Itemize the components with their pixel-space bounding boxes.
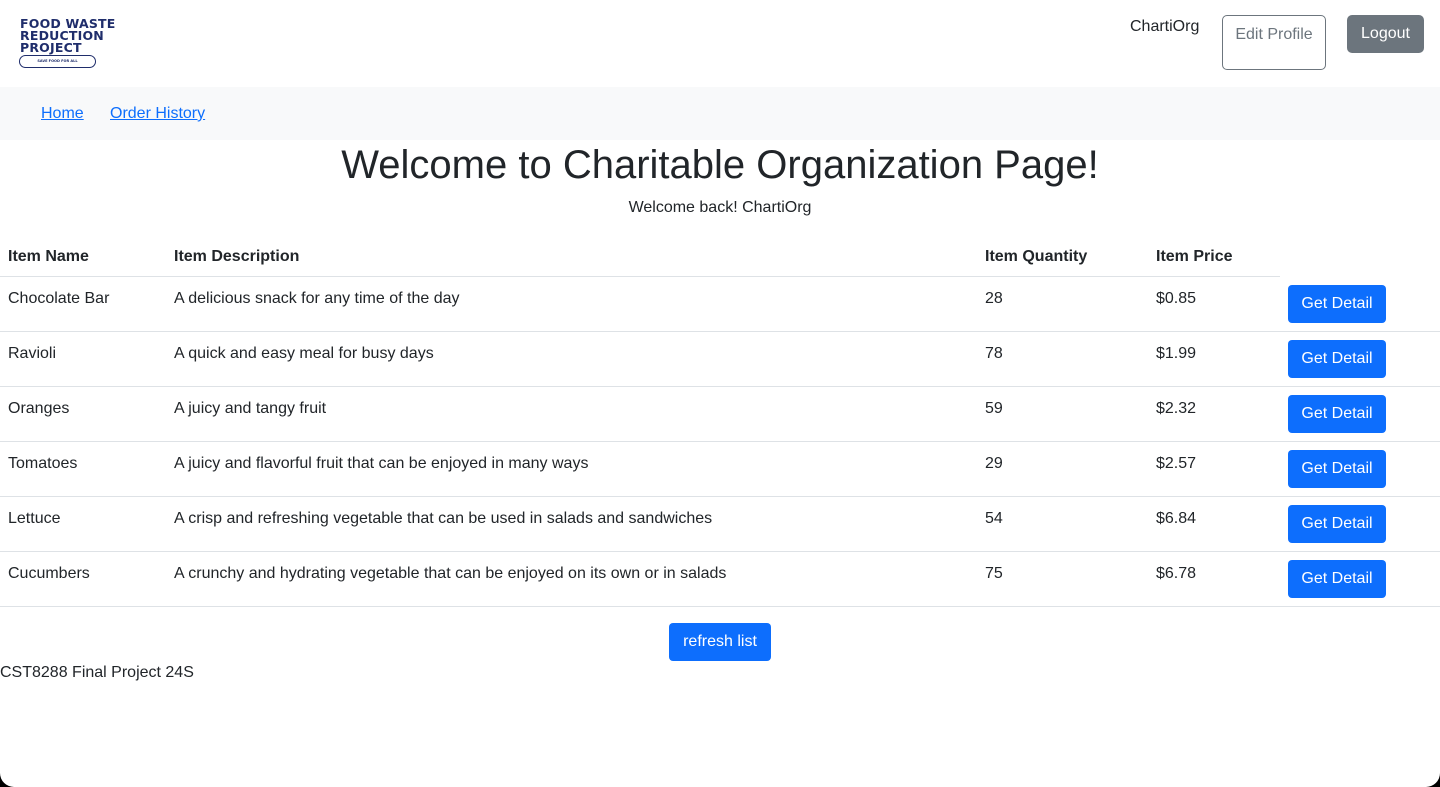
page-title: Welcome to Charitable Organization Page! xyxy=(341,143,1099,187)
table-row: Tomatoes A juicy and flavorful fruit tha… xyxy=(0,442,1440,497)
logo-tagline: SAVE FOOD FOR ALL xyxy=(19,55,96,68)
welcome-message: Welcome back! ChartiOrg xyxy=(628,199,812,216)
item-price-cell: $2.57 xyxy=(1156,455,1197,472)
item-description-cell: A delicious snack for any time of the da… xyxy=(174,290,460,307)
logout-button[interactable]: Logout xyxy=(1347,15,1424,53)
get-detail-button[interactable]: Get Detail xyxy=(1288,560,1386,598)
column-header-item-price: Item Price xyxy=(1156,248,1233,265)
table-row: Cucumbers A crunchy and hydrating vegeta… xyxy=(0,552,1440,607)
item-price-cell: $2.32 xyxy=(1156,400,1197,417)
item-description-cell: A juicy and tangy fruit xyxy=(174,400,327,417)
item-description-cell: A crisp and refreshing vegetable that ca… xyxy=(174,510,713,527)
nav-bar: Home Order History xyxy=(0,87,1440,140)
brand-logo[interactable]: FOOD WASTE REDUCTION PROJECT SAVE FOOD F… xyxy=(19,17,141,70)
item-price-cell: $0.85 xyxy=(1156,290,1197,307)
item-price-cell: $1.99 xyxy=(1156,345,1197,362)
item-name-cell: Oranges xyxy=(8,400,70,417)
table-row: Chocolate Bar A delicious snack for any … xyxy=(0,277,1440,332)
get-detail-button[interactable]: Get Detail xyxy=(1288,395,1386,433)
item-description-cell: A crunchy and hydrating vegetable that c… xyxy=(174,565,727,582)
page: FOOD WASTE REDUCTION PROJECT SAVE FOOD F… xyxy=(0,0,1440,787)
column-header-item-quantity: Item Quantity xyxy=(985,248,1088,265)
item-description-cell: A quick and easy meal for busy days xyxy=(174,345,434,362)
item-quantity-cell: 28 xyxy=(985,290,1003,307)
item-quantity-cell: 54 xyxy=(985,510,1003,527)
top-header: FOOD WASTE REDUCTION PROJECT SAVE FOOD F… xyxy=(0,0,1440,86)
refresh-list-button[interactable]: refresh list xyxy=(669,623,771,661)
get-detail-button[interactable]: Get Detail xyxy=(1288,285,1386,323)
get-detail-button[interactable]: Get Detail xyxy=(1288,340,1386,378)
table-row: Oranges A juicy and tangy fruit 59 $2.32… xyxy=(0,387,1440,442)
table-row: Ravioli A quick and easy meal for busy d… xyxy=(0,332,1440,387)
item-price-cell: $6.84 xyxy=(1156,510,1197,527)
item-name-cell: Chocolate Bar xyxy=(8,290,110,307)
user-name: ChartiOrg xyxy=(1130,18,1200,35)
item-quantity-cell: 78 xyxy=(985,345,1003,362)
footer-text: CST8288 Final Project 24S xyxy=(0,664,194,681)
item-description-cell: A juicy and flavorful fruit that can be … xyxy=(174,455,589,472)
item-price-cell: $6.78 xyxy=(1156,565,1197,582)
nav-home-link[interactable]: Home xyxy=(41,105,84,123)
item-name-cell: Lettuce xyxy=(8,510,61,527)
table-row: Lettuce A crisp and refreshing vegetable… xyxy=(0,497,1440,552)
get-detail-button[interactable]: Get Detail xyxy=(1288,450,1386,488)
nav-order-history-link[interactable]: Order History xyxy=(110,105,205,123)
item-name-cell: Ravioli xyxy=(8,345,57,362)
column-header-item-description: Item Description xyxy=(174,248,300,265)
item-quantity-cell: 59 xyxy=(985,400,1003,417)
item-quantity-cell: 29 xyxy=(985,455,1003,472)
edit-profile-button[interactable]: Edit Profile xyxy=(1222,15,1326,70)
get-detail-button[interactable]: Get Detail xyxy=(1288,505,1386,543)
logo-line-3: PROJECT xyxy=(20,40,82,55)
item-name-cell: Cucumbers xyxy=(8,565,90,582)
column-header-item-name: Item Name xyxy=(8,248,89,265)
item-quantity-cell: 75 xyxy=(985,565,1003,582)
item-name-cell: Tomatoes xyxy=(8,455,78,472)
